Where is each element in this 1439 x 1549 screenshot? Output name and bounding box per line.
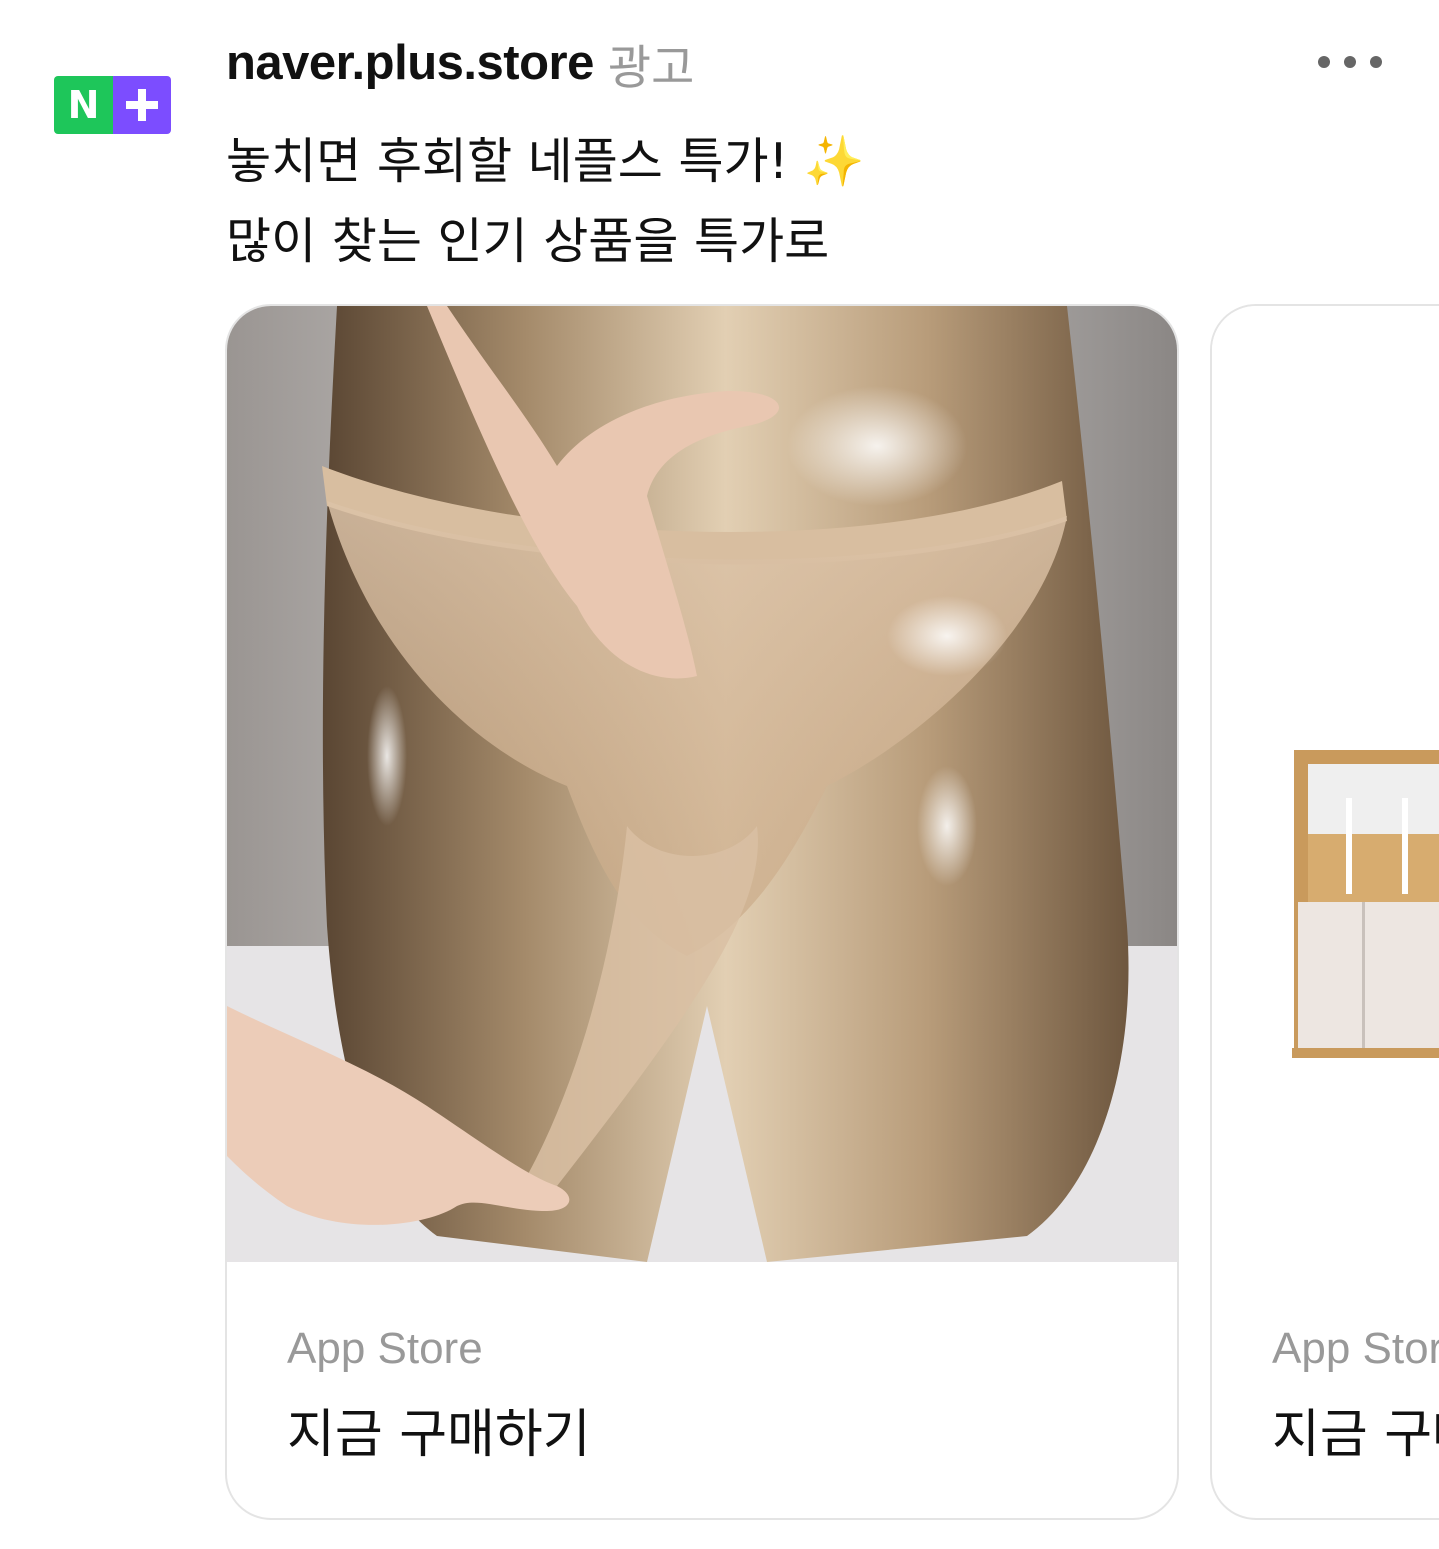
product-image[interactable]	[227, 306, 1177, 1262]
buy-now-button[interactable]: 지금 구매하기	[287, 1392, 591, 1467]
product-image[interactable]	[1212, 306, 1439, 1262]
more-options-icon[interactable]	[1318, 44, 1382, 80]
product-card[interactable]: App Store 지금 구매하기	[225, 304, 1179, 1520]
card-source: App Store	[1272, 1324, 1439, 1373]
plus-icon	[113, 76, 171, 134]
logo-letter: N	[54, 76, 113, 134]
post-body-line-2: 많이 찾는 인기 상품을 특가로	[226, 213, 830, 270]
post-body: 놓치면 후회할 네플스 특가! ✨ 많이 찾는 인기 상품을 특가로	[226, 122, 865, 282]
product-card[interactable]: App Store 지금 구매하기	[1210, 304, 1439, 1520]
buy-now-button[interactable]: 지금 구매하기	[1272, 1392, 1439, 1467]
naver-plus-logo[interactable]: N	[54, 76, 171, 134]
ad-label: 광고	[607, 40, 695, 96]
account-name[interactable]: naver.plus.store	[226, 35, 594, 91]
card-source: App Store	[287, 1324, 483, 1373]
post-header: naver.plus.store 광고	[226, 30, 694, 96]
ad-post: N naver.plus.store 광고 놓치면 후회할 네플스 특가! ✨ …	[0, 0, 1439, 1549]
post-body-line-1: 놓치면 후회할 네플스 특가! ✨	[226, 133, 865, 190]
